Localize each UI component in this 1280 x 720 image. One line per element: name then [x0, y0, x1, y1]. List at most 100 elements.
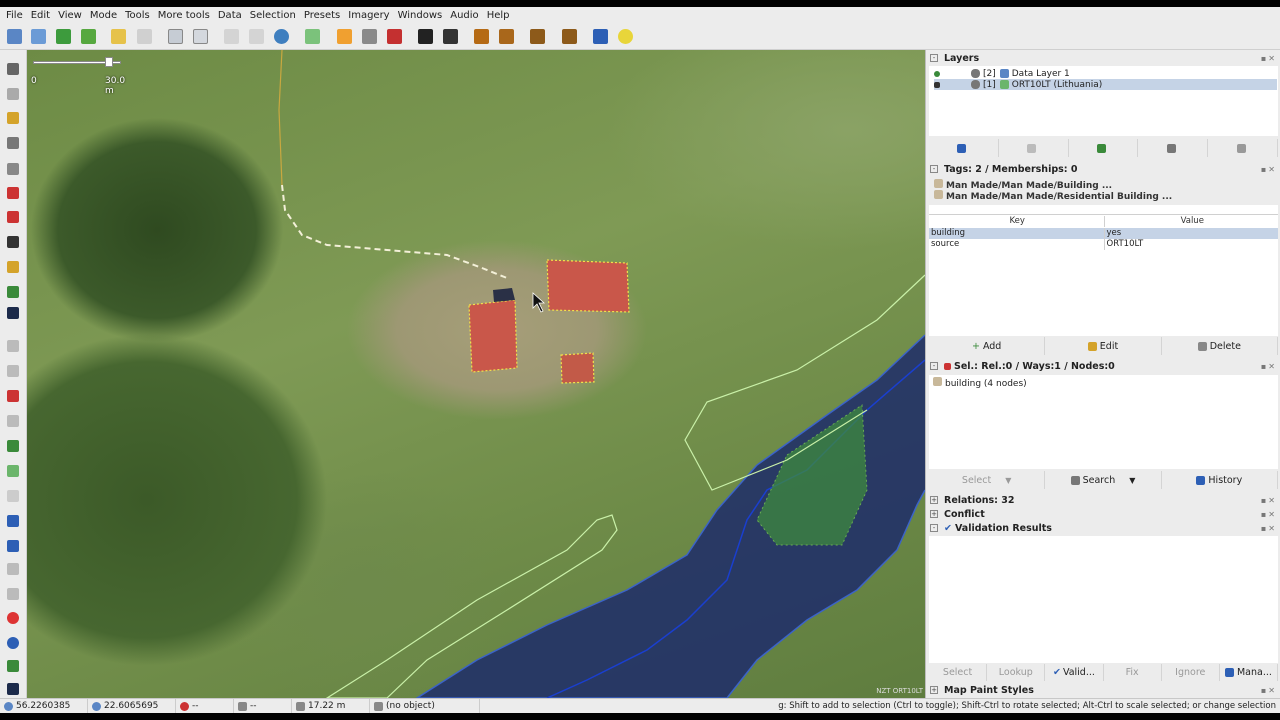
search-button[interactable]: Search ▼ [1045, 471, 1162, 489]
menu-view[interactable]: View [54, 10, 86, 21]
tag-value[interactable]: yes [1103, 228, 1279, 239]
conflict-icon[interactable] [4, 512, 22, 530]
panel-controls-icon[interactable]: ▪✕ [1261, 686, 1277, 695]
warning-sign-icon[interactable] [384, 26, 404, 46]
building-west[interactable] [468, 299, 518, 373]
chevron-down-icon[interactable]: ▼ [1129, 476, 1135, 485]
validate-button[interactable]: ✔ Valid... [1045, 664, 1104, 681]
redo-icon[interactable] [134, 26, 154, 46]
collapse-icon[interactable]: - [930, 54, 938, 62]
validation-select-button[interactable]: Select [929, 664, 988, 681]
collapse-icon[interactable]: - [930, 362, 938, 370]
key-column-header[interactable]: Key [929, 216, 1104, 227]
conflict-panel-header[interactable]: + Conflict ▪✕ [926, 507, 1280, 521]
poi-icon[interactable] [471, 26, 491, 46]
zoom-icon[interactable] [190, 26, 210, 46]
mapstyles-panel-header[interactable]: + Map Paint Styles ▪✕ [926, 683, 1280, 697]
draw-icon[interactable] [4, 109, 22, 127]
layer-panel-icon[interactable] [4, 337, 22, 355]
delete-tag-button[interactable]: Delete [1162, 337, 1278, 355]
tag-key[interactable]: source [929, 239, 1104, 250]
lookup-button[interactable]: Lookup [987, 664, 1046, 681]
building-north[interactable] [546, 259, 630, 313]
minimap-icon[interactable] [4, 657, 22, 675]
menu-presets[interactable]: Presets [300, 10, 344, 21]
history-icon[interactable] [4, 487, 22, 505]
menu-audio[interactable]: Audio [446, 10, 482, 21]
table-row[interactable]: building yes [929, 228, 1278, 239]
preset-link-residential[interactable]: Man Made/Man Made/Residential Building .… [934, 190, 1172, 202]
panel-controls-icon[interactable]: ▪✕ [1261, 510, 1277, 519]
open-file-icon[interactable] [28, 26, 48, 46]
validator-icon[interactable] [4, 537, 22, 555]
car-icon[interactable] [415, 26, 435, 46]
preferences-icon[interactable] [165, 26, 185, 46]
edit-tag-button[interactable]: Edit [1045, 337, 1162, 355]
history-button[interactable]: History [1162, 471, 1278, 489]
food-icon[interactable] [496, 26, 516, 46]
notes-icon[interactable] [4, 609, 22, 627]
sun-icon[interactable] [615, 26, 635, 46]
industrial-icon[interactable] [527, 26, 547, 46]
imagery-panel-icon[interactable] [4, 462, 22, 480]
filter-icon[interactable] [4, 560, 22, 578]
relation-icon[interactable] [221, 26, 241, 46]
menu-tools[interactable]: Tools [121, 10, 154, 21]
download-icon[interactable] [53, 26, 73, 46]
selection-panel-header[interactable]: - Sel.: Rel.:0 / Ways:1 / Nodes:0 ▪✕ [926, 359, 1280, 373]
layers-panel-header[interactable]: - Layers ▪✕ [926, 51, 1280, 65]
map-view[interactable]: 0 30.0 m NZT ORT10LT [27, 50, 925, 698]
ignore-button[interactable]: Ignore [1162, 664, 1220, 681]
new-file-icon[interactable] [4, 26, 24, 46]
add-tag-button[interactable]: + Add [929, 337, 1046, 355]
tag-key[interactable]: building [929, 228, 1104, 239]
panel-controls-icon[interactable]: ▪✕ [1261, 524, 1277, 533]
more-tools-icon[interactable] [4, 680, 22, 698]
menu-data[interactable]: Data [214, 10, 246, 21]
selection-panel-icon[interactable] [4, 387, 22, 405]
collapse-icon[interactable]: - [930, 524, 938, 532]
expand-icon[interactable]: + [930, 686, 938, 694]
panel-controls-icon[interactable]: ▪✕ [1261, 362, 1277, 371]
building-south[interactable] [560, 352, 595, 384]
parallel-way-icon[interactable] [4, 283, 22, 301]
active-check-icon[interactable] [934, 70, 940, 77]
layer-row-selected[interactable]: [1] ORT10LT (Lithuania) [934, 79, 1277, 90]
fence-line[interactable] [278, 50, 283, 186]
menu-edit[interactable]: Edit [27, 10, 54, 21]
help-icon[interactable] [4, 634, 22, 652]
wireframe-icon[interactable] [246, 26, 266, 46]
menu-mode[interactable]: Mode [86, 10, 121, 21]
split-way-icon[interactable] [4, 184, 22, 202]
chevron-down-icon[interactable]: ▼ [1005, 476, 1011, 485]
move-down-icon[interactable] [999, 139, 1069, 157]
move-up-icon[interactable] [929, 139, 999, 157]
menu-help[interactable]: Help [483, 10, 514, 21]
layer-properties-icon[interactable] [1069, 139, 1139, 157]
manage-button[interactable]: Mana... [1220, 664, 1279, 681]
combine-way-icon[interactable] [4, 208, 22, 226]
refresh-icon[interactable] [271, 26, 291, 46]
tag-value[interactable]: ORT10LT [1103, 239, 1279, 250]
farm-track[interactable] [281, 184, 508, 279]
select-tool-icon[interactable] [4, 60, 22, 78]
reverse-way-icon[interactable] [4, 233, 22, 251]
scale-slider-knob[interactable] [105, 57, 113, 67]
menu-more-tools[interactable]: More tools [154, 10, 214, 21]
collapse-icon[interactable]: - [930, 165, 938, 173]
layer-row[interactable]: [2] Data Layer 1 [934, 68, 1277, 79]
validation-panel-header[interactable]: - ✔ Validation Results ▪✕ [926, 521, 1280, 535]
value-column-header[interactable]: Value [1103, 216, 1279, 227]
square-icon[interactable] [590, 26, 610, 46]
map-paint-icon[interactable] [4, 585, 22, 603]
visibility-eye-icon[interactable] [971, 69, 980, 78]
expand-icon[interactable]: + [930, 496, 938, 504]
improve-way-icon[interactable] [4, 258, 22, 276]
railway-icon[interactable] [359, 26, 379, 46]
barrier-icon[interactable] [334, 26, 354, 46]
expand-icon[interactable]: + [930, 510, 938, 518]
bus-icon[interactable] [440, 26, 460, 46]
list-item[interactable]: building (4 nodes) [933, 377, 1027, 389]
panel-controls-icon[interactable]: ▪✕ [1261, 496, 1277, 505]
delete-layer-icon[interactable] [1208, 139, 1278, 157]
